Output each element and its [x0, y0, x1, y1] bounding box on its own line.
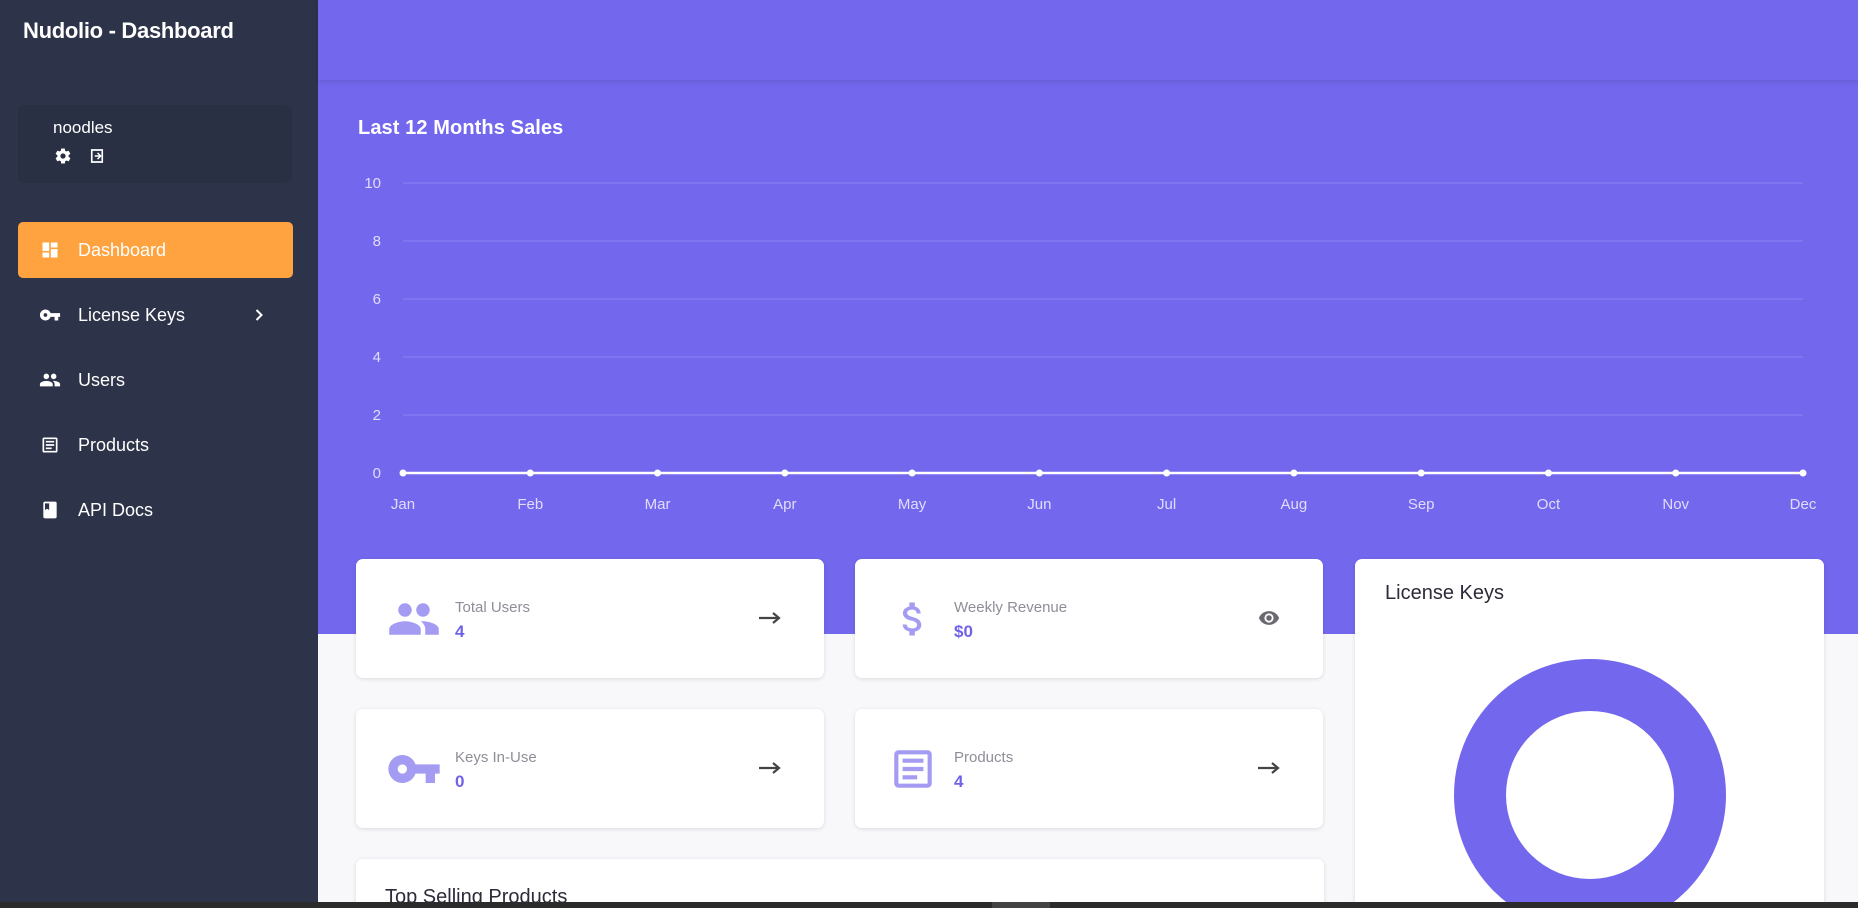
- donut-ring: [1454, 659, 1726, 908]
- stat-card-total-users: Total Users 4: [356, 559, 824, 678]
- x-tick-label: Nov: [1662, 496, 1689, 513]
- stat-card-products: Products 4: [855, 709, 1323, 828]
- data-point: [1799, 469, 1807, 477]
- arrow-right-icon[interactable]: [1255, 756, 1283, 780]
- sidebar-item-api-docs[interactable]: API Docs: [18, 482, 293, 538]
- stat-value: 4: [954, 772, 964, 791]
- data-point: [781, 469, 789, 477]
- stat-card-keys-in-use: Keys In-Use 0: [356, 709, 824, 828]
- data-point: [1417, 469, 1425, 477]
- horizontal-scrollbar[interactable]: [0, 902, 1858, 908]
- chevron-right-icon: [249, 305, 269, 325]
- x-tick-label: Mar: [645, 496, 671, 513]
- products-icon: [39, 434, 61, 456]
- x-tick-label: Apr: [773, 496, 796, 513]
- sidebar-item-dashboard[interactable]: Dashboard: [18, 222, 293, 278]
- users-icon: [39, 369, 61, 391]
- sidebar-item-license-keys[interactable]: License Keys: [18, 287, 293, 343]
- users-icon: [386, 593, 442, 645]
- x-tick-label: Oct: [1537, 496, 1561, 513]
- stat-value: 4: [455, 622, 465, 641]
- products-icon: [885, 743, 941, 795]
- sidebar-item-label: Dashboard: [78, 239, 167, 260]
- top-bar: [318, 0, 1858, 80]
- data-point: [399, 469, 407, 477]
- x-tick-label: Aug: [1281, 496, 1308, 513]
- arrow-right-icon[interactable]: [756, 756, 784, 780]
- y-tick-label: 0: [373, 465, 381, 482]
- arrow-right-icon[interactable]: [756, 606, 784, 630]
- user-name: noodles: [53, 118, 113, 137]
- sidebar-item-label: API Docs: [78, 499, 154, 520]
- user-panel: noodles: [18, 105, 292, 183]
- scrollbar-thumb[interactable]: [992, 902, 1050, 908]
- top-selling-products-card: Top Selling Products: [356, 859, 1324, 908]
- data-point: [526, 469, 534, 477]
- sidebar: Nudolio - Dashboard noodles Dashboard Li…: [0, 0, 318, 908]
- stat-label: Products: [954, 749, 1014, 766]
- data-point: [1544, 469, 1552, 477]
- book-icon: [39, 499, 61, 521]
- data-point: [1290, 469, 1298, 477]
- sales-line-chart: 0 2 4 6 8 10 Jan Feb Mar Apr May Jun Jul Aug Sep Oct Nov…: [364, 175, 1817, 513]
- license-keys-title: License Keys: [1385, 582, 1504, 604]
- sidebar-item-label: Users: [78, 369, 126, 390]
- stat-value: 0: [455, 772, 465, 791]
- dashboard-icon: [39, 239, 61, 261]
- y-tick-label: 2: [373, 407, 381, 424]
- data-point: [1672, 469, 1680, 477]
- stat-label: Total Users: [455, 599, 531, 616]
- key-icon: [386, 743, 442, 795]
- x-tick-label: Feb: [517, 496, 543, 513]
- x-tick-label: May: [898, 496, 927, 513]
- logout-icon[interactable]: [87, 146, 107, 166]
- y-tick-label: 10: [364, 175, 381, 192]
- x-tick-label: Jun: [1027, 496, 1051, 513]
- app-title: Nudolio - Dashboard: [23, 18, 234, 43]
- sidebar-item-label: Products: [78, 434, 150, 455]
- data-point: [654, 469, 662, 477]
- eye-icon[interactable]: [1255, 606, 1283, 630]
- data-point: [1035, 469, 1043, 477]
- license-keys-donut-chart: [1454, 659, 1726, 908]
- sidebar-item-label: License Keys: [78, 304, 186, 325]
- key-icon: [39, 304, 61, 326]
- stat-label: Keys In-Use: [455, 749, 537, 766]
- x-tick-label: Dec: [1790, 496, 1817, 513]
- y-tick-label: 4: [373, 349, 381, 366]
- dollar-icon: [885, 593, 941, 645]
- stat-value: $0: [954, 622, 973, 641]
- gear-icon[interactable]: [53, 146, 73, 166]
- x-tick-label: Jul: [1157, 496, 1176, 513]
- chart-title: Last 12 Months Sales: [358, 117, 564, 139]
- stat-label: Weekly Revenue: [954, 599, 1068, 616]
- x-tick-label: Sep: [1408, 496, 1435, 513]
- sidebar-nav: Dashboard License Keys Users Products AP…: [18, 222, 293, 547]
- data-point: [908, 469, 916, 477]
- y-tick-label: 6: [373, 291, 381, 308]
- data-point: [1163, 469, 1171, 477]
- sidebar-item-users[interactable]: Users: [18, 352, 293, 408]
- x-tick-label: Jan: [391, 496, 415, 513]
- sidebar-item-products[interactable]: Products: [18, 417, 293, 473]
- license-keys-card: License Keys: [1355, 559, 1824, 908]
- y-tick-label: 8: [373, 233, 381, 250]
- stat-card-weekly-revenue: Weekly Revenue $0: [855, 559, 1323, 678]
